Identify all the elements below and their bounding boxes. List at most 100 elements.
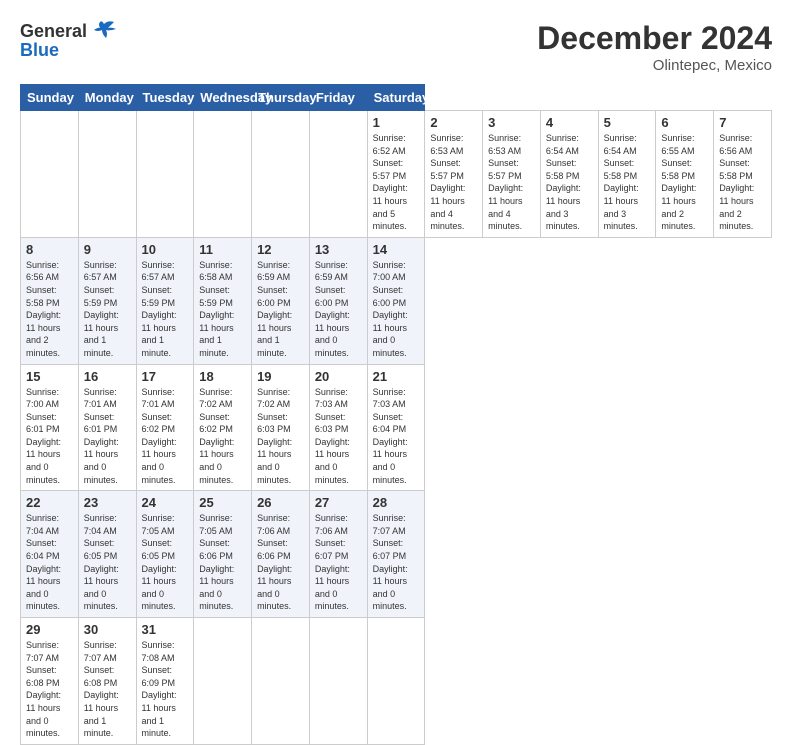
day-number: 5 — [604, 115, 651, 130]
col-header-monday: Monday — [78, 85, 136, 111]
month-title: December 2024 — [537, 20, 772, 57]
calendar-week-row: 15 Sunrise: 7:00 AMSunset: 6:01 PMDayligh… — [21, 364, 772, 491]
day-info: Sunrise: 7:08 AMSunset: 6:09 PMDaylight:… — [142, 639, 189, 740]
calendar-cell: 9 Sunrise: 6:57 AMSunset: 5:59 PMDaylight… — [78, 237, 136, 364]
calendar-cell — [367, 618, 425, 745]
calendar-week-row: 1Sunrise: 6:52 AMSunset: 5:57 PMDaylight… — [21, 111, 772, 238]
calendar-cell: 24Sunrise: 7:05 AMSunset: 6:05 PMDayligh… — [136, 491, 194, 618]
day-info: Sunrise: 7:06 AMSunset: 6:06 PMDaylight:… — [257, 512, 304, 613]
day-number: 19 — [257, 369, 304, 384]
day-info: Sunrise: 7:03 AMSunset: 6:03 PMDaylight:… — [315, 386, 362, 487]
calendar-cell: 17 Sunrise: 7:01 AMSunset: 6:02 PMDayligh… — [136, 364, 194, 491]
calendar-cell — [194, 618, 252, 745]
day-info: Sunrise: 6:52 AMSunset: 5:57 PMDaylight:… — [373, 132, 420, 233]
calendar-cell: 30Sunrise: 7:07 AMSunset: 6:08 PMDayligh… — [78, 618, 136, 745]
day-number: 22 — [26, 495, 73, 510]
day-info: Sunrise: 7:01 AMSunset: 6:02 PMDaylight:… — [142, 386, 189, 487]
day-info: Sunrise: 7:07 AMSunset: 6:07 PMDaylight:… — [373, 512, 420, 613]
calendar-cell — [21, 111, 79, 238]
day-number: 7 — [719, 115, 766, 130]
calendar-cell — [136, 111, 194, 238]
day-info: Sunrise: 7:06 AMSunset: 6:07 PMDaylight:… — [315, 512, 362, 613]
day-info: Sunrise: 7:05 AMSunset: 6:06 PMDaylight:… — [199, 512, 246, 613]
calendar-cell: 27 Sunrise: 7:06 AMSunset: 6:07 PMDayligh… — [309, 491, 367, 618]
day-number: 23 — [84, 495, 131, 510]
calendar-cell: 15 Sunrise: 7:00 AMSunset: 6:01 PMDayligh… — [21, 364, 79, 491]
calendar-cell — [194, 111, 252, 238]
day-number: 9 — [84, 242, 131, 257]
day-number: 16 — [84, 369, 131, 384]
day-info: Sunrise: 6:54 AMSunset: 5:58 PMDaylight:… — [604, 132, 651, 233]
calendar-cell: 25 Sunrise: 7:05 AMSunset: 6:06 PMDayligh… — [194, 491, 252, 618]
day-info: Sunrise: 6:58 AMSunset: 5:59 PMDaylight:… — [199, 259, 246, 360]
col-header-sunday: Sunday — [21, 85, 79, 111]
day-number: 10 — [142, 242, 189, 257]
calendar-cell: 23 Sunrise: 7:04 AMSunset: 6:05 PMDayligh… — [78, 491, 136, 618]
day-info: Sunrise: 6:53 AMSunset: 5:57 PMDaylight:… — [488, 132, 535, 233]
calendar-cell: 31Sunrise: 7:08 AMSunset: 6:09 PMDayligh… — [136, 618, 194, 745]
day-info: Sunrise: 6:53 AMSunset: 5:57 PMDaylight:… — [430, 132, 477, 233]
day-number: 15 — [26, 369, 73, 384]
calendar-cell — [252, 111, 310, 238]
calendar-cell: 6Sunrise: 6:55 AMSunset: 5:58 PMDaylight… — [656, 111, 714, 238]
calendar-cell: 11 Sunrise: 6:58 AMSunset: 5:59 PMDayligh… — [194, 237, 252, 364]
day-info: Sunrise: 7:07 AMSunset: 6:08 PMDaylight:… — [26, 639, 73, 740]
calendar-cell: 8Sunrise: 6:56 AMSunset: 5:58 PMDaylight… — [21, 237, 79, 364]
day-number: 29 — [26, 622, 73, 637]
calendar-cell: 3 Sunrise: 6:53 AMSunset: 5:57 PMDaylight… — [483, 111, 541, 238]
calendar-cell: 26 Sunrise: 7:06 AMSunset: 6:06 PMDayligh… — [252, 491, 310, 618]
day-number: 25 — [199, 495, 246, 510]
day-info: Sunrise: 6:54 AMSunset: 5:58 PMDaylight:… — [546, 132, 593, 233]
col-header-thursday: Thursday — [252, 85, 310, 111]
calendar-cell: 7 Sunrise: 6:56 AMSunset: 5:58 PMDaylight… — [714, 111, 772, 238]
day-info: Sunrise: 7:03 AMSunset: 6:04 PMDaylight:… — [373, 386, 420, 487]
calendar-cell: 10 Sunrise: 6:57 AMSunset: 5:59 PMDayligh… — [136, 237, 194, 364]
calendar-week-row: 8Sunrise: 6:56 AMSunset: 5:58 PMDaylight… — [21, 237, 772, 364]
title-block: December 2024 Olintepec, Mexico — [537, 20, 772, 74]
calendar-cell: 28 Sunrise: 7:07 AMSunset: 6:07 PMDayligh… — [367, 491, 425, 618]
day-info: Sunrise: 7:05 AMSunset: 6:05 PMDaylight:… — [142, 512, 189, 613]
calendar-cell — [78, 111, 136, 238]
day-number: 17 — [142, 369, 189, 384]
day-info: Sunrise: 6:55 AMSunset: 5:58 PMDaylight:… — [661, 132, 708, 233]
calendar-cell: 16 Sunrise: 7:01 AMSunset: 6:01 PMDayligh… — [78, 364, 136, 491]
day-info: Sunrise: 6:57 AMSunset: 5:59 PMDaylight:… — [84, 259, 131, 360]
calendar-table: SundayMondayTuesdayWednesdayThursdayFrid… — [20, 84, 772, 745]
day-number: 18 — [199, 369, 246, 384]
day-info: Sunrise: 7:04 AMSunset: 6:05 PMDaylight:… — [84, 512, 131, 613]
day-info: Sunrise: 6:56 AMSunset: 5:58 PMDaylight:… — [719, 132, 766, 233]
day-info: Sunrise: 7:00 AMSunset: 6:01 PMDaylight:… — [26, 386, 73, 487]
day-number: 14 — [373, 242, 420, 257]
page: General Blue December 2024 Olintepec, Me… — [0, 0, 792, 612]
calendar-cell: 13Sunrise: 6:59 AMSunset: 6:00 PMDayligh… — [309, 237, 367, 364]
logo-text: General — [20, 21, 87, 42]
day-number: 27 — [315, 495, 362, 510]
day-number: 8 — [26, 242, 73, 257]
day-info: Sunrise: 7:02 AMSunset: 6:03 PMDaylight:… — [257, 386, 304, 487]
day-number: 11 — [199, 242, 246, 257]
day-info: Sunrise: 7:04 AMSunset: 6:04 PMDaylight:… — [26, 512, 73, 613]
logo: General Blue — [20, 20, 118, 61]
day-info: Sunrise: 6:59 AMSunset: 6:00 PMDaylight:… — [315, 259, 362, 360]
col-header-wednesday: Wednesday — [194, 85, 252, 111]
day-number: 30 — [84, 622, 131, 637]
col-header-tuesday: Tuesday — [136, 85, 194, 111]
logo-blue-text: Blue — [20, 40, 59, 61]
day-number: 3 — [488, 115, 535, 130]
calendar-week-row: 22 Sunrise: 7:04 AMSunset: 6:04 PMDayligh… — [21, 491, 772, 618]
day-number: 26 — [257, 495, 304, 510]
day-number: 28 — [373, 495, 420, 510]
header: General Blue December 2024 Olintepec, Me… — [20, 20, 772, 74]
calendar-cell: 18Sunrise: 7:02 AMSunset: 6:02 PMDayligh… — [194, 364, 252, 491]
day-info: Sunrise: 6:57 AMSunset: 5:59 PMDaylight:… — [142, 259, 189, 360]
location-title: Olintepec, Mexico — [537, 57, 772, 74]
col-header-friday: Friday — [309, 85, 367, 111]
day-info: Sunrise: 7:01 AMSunset: 6:01 PMDaylight:… — [84, 386, 131, 487]
calendar-cell: 29 Sunrise: 7:07 AMSunset: 6:08 PMDayligh… — [21, 618, 79, 745]
calendar-cell — [309, 618, 367, 745]
calendar-cell: 14Sunrise: 7:00 AMSunset: 6:00 PMDayligh… — [367, 237, 425, 364]
logo-bird-icon — [90, 20, 118, 42]
calendar-header-row: SundayMondayTuesdayWednesdayThursdayFrid… — [21, 85, 772, 111]
day-number: 4 — [546, 115, 593, 130]
calendar-cell: 5 Sunrise: 6:54 AMSunset: 5:58 PMDaylight… — [598, 111, 656, 238]
